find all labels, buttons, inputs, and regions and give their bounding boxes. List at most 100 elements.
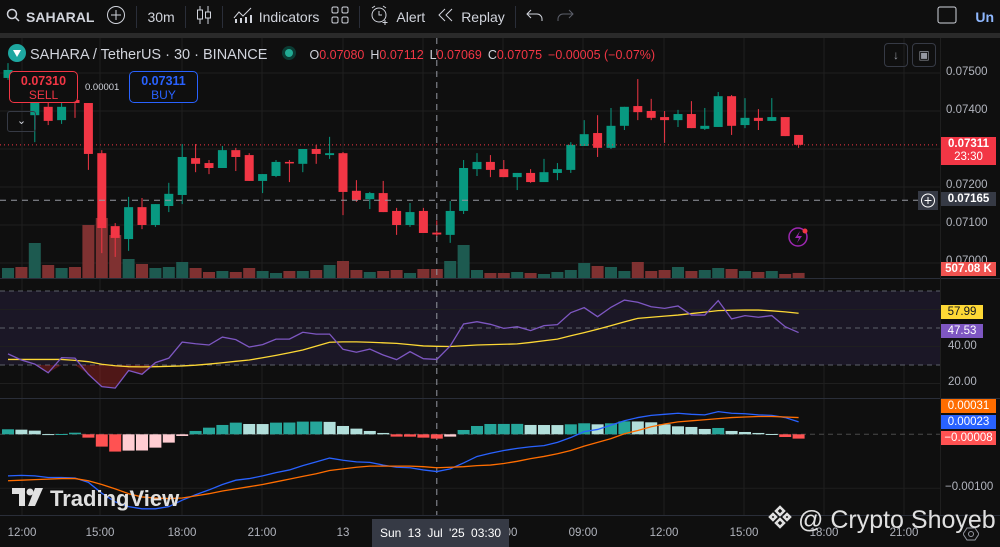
low-key: L <box>429 48 437 62</box>
candle-body <box>579 134 589 146</box>
candle-body <box>767 117 777 121</box>
macd-histogram-bar <box>229 422 242 435</box>
candle-body <box>566 144 576 170</box>
volume-bar <box>618 271 631 278</box>
divider <box>136 5 138 28</box>
undo-button[interactable] <box>520 0 550 33</box>
replay-label: Replay <box>461 8 505 25</box>
candle-body <box>124 207 134 240</box>
volume-bar <box>122 259 135 278</box>
candle-body <box>794 134 804 145</box>
macd-histogram-bar <box>672 426 684 435</box>
volume-bar <box>28 243 41 278</box>
macd-histogram-bar <box>109 434 122 452</box>
candle-body <box>57 106 67 121</box>
volume-bar <box>739 271 751 278</box>
replay-icon <box>437 7 455 26</box>
volume-bar <box>256 271 269 278</box>
candle-body <box>753 117 763 121</box>
candle-body <box>499 169 509 178</box>
volume-bar <box>658 270 671 278</box>
interval-button[interactable]: 30m <box>141 0 180 33</box>
volume-bar <box>337 261 349 278</box>
symbol-title[interactable]: SAHARA / TetherUS · 30 · BINANCE <box>30 47 267 63</box>
macd-histogram-bar <box>725 430 738 435</box>
fullscreen-button[interactable] <box>931 0 963 33</box>
time-axis-label: 15:00 <box>729 527 759 539</box>
change-value: −0.00005 (−0.07%) <box>548 48 656 62</box>
candle-body <box>97 153 107 229</box>
market-status-icon[interactable] <box>281 45 297 65</box>
alert-button[interactable]: Alert <box>364 0 431 33</box>
open-value: 0.07080 <box>319 48 365 62</box>
candle-body <box>325 153 335 156</box>
rsi-ma-tag: 57.99 <box>941 305 983 319</box>
divider <box>184 5 186 28</box>
add-alert-plus-button[interactable] <box>918 191 938 210</box>
replay-button[interactable]: Replay <box>431 0 511 33</box>
indicators-icon <box>233 6 253 27</box>
volume-bar <box>15 267 28 278</box>
candle-body <box>686 114 696 129</box>
macd-histogram-bar <box>337 425 349 435</box>
volume-bar <box>136 264 148 278</box>
alarm-clock-icon <box>370 5 390 28</box>
macd-histogram-bar <box>323 421 336 435</box>
volume-bar <box>390 270 403 278</box>
macd-histogram-bar <box>122 434 135 451</box>
volume-bar <box>417 269 430 278</box>
search-icon <box>6 8 20 25</box>
crosshair-price-tag: 0.07165 <box>941 192 996 206</box>
candle-body <box>445 210 455 235</box>
close-key: C <box>487 48 497 62</box>
redo-button[interactable] <box>550 0 580 33</box>
candle-body <box>727 96 737 126</box>
collapse-legend-button[interactable]: ⌄ <box>7 111 36 132</box>
high-value: 0.07112 <box>379 48 424 62</box>
macd-histogram-bar <box>417 434 430 438</box>
candle-body <box>633 106 643 113</box>
candle-body <box>740 117 750 126</box>
candle-body <box>539 172 549 183</box>
candle-body <box>83 103 93 154</box>
volume-bar <box>685 271 698 278</box>
maximize-pane-button[interactable]: ▣ <box>912 43 936 67</box>
macd-histogram-bar <box>404 434 416 437</box>
macd-histogram-bar <box>363 430 376 435</box>
macd-histogram-bar <box>390 434 403 437</box>
candle-body <box>217 150 227 168</box>
macd-axis-label: −0.00100 <box>945 481 994 493</box>
crosshair-time-label: Sun 13 Jul '25 03:30 <box>372 519 510 547</box>
volume-bar <box>779 274 792 278</box>
rsi-axis-label: 40.00 <box>948 340 977 352</box>
volume-bar <box>672 267 684 278</box>
macd-histogram-bar <box>2 429 14 435</box>
candle-body <box>646 111 656 118</box>
volume-bar <box>216 271 229 278</box>
tradingview-watermark: TradingView <box>12 486 179 512</box>
volume-bar <box>765 271 778 278</box>
volume-bar <box>538 274 550 278</box>
price-axis-label: 0.07100 <box>946 217 988 229</box>
layouts-button[interactable] <box>325 0 355 33</box>
symbol-search-button[interactable]: SAHARAL <box>0 0 100 33</box>
chart-type-button[interactable] <box>190 0 218 33</box>
layout-name-button[interactable]: Un <box>963 0 1000 33</box>
volume-bar <box>310 270 323 278</box>
price-axis-label: 0.07500 <box>946 66 988 78</box>
volume-bar <box>471 270 483 278</box>
time-axis-label: 15:00 <box>85 527 115 539</box>
compare-add-button[interactable] <box>100 0 132 33</box>
candle-body <box>191 158 201 164</box>
volume-bar <box>404 273 416 278</box>
macd-histogram-bar <box>350 428 363 435</box>
plus-circle-icon <box>106 5 126 28</box>
buy-button[interactable]: 0.07311 BUY <box>129 71 198 103</box>
tradingview-logo-icon <box>12 486 44 512</box>
symbol-label: SAHARAL <box>26 8 95 25</box>
scroll-to-latest-button[interactable]: ↓ <box>884 43 908 67</box>
macd-histogram-bar <box>739 431 751 435</box>
sell-button[interactable]: 0.07310 SELL <box>9 71 78 103</box>
indicators-button[interactable]: Indicators <box>227 0 326 33</box>
macd-signal-tag: 0.00031 <box>941 399 996 413</box>
